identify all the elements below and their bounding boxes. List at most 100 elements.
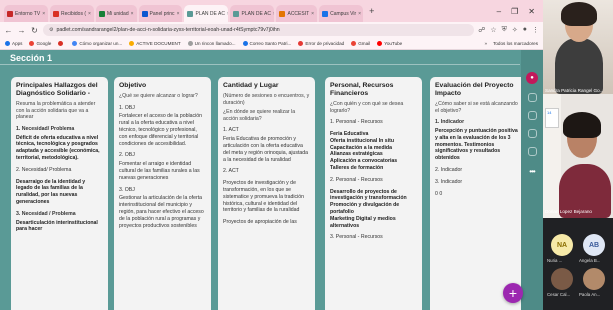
browser-tab[interactable]: Recibidos (× <box>50 5 94 22</box>
forward-icon[interactable]: → <box>17 26 26 35</box>
post-card[interactable]: Proyectos de investigación y de transfor… <box>223 180 310 214</box>
post-body: Percepción y puntuación positiva y alta … <box>435 127 518 162</box>
back-icon[interactable]: ← <box>4 26 13 35</box>
heart-icon[interactable] <box>527 93 537 102</box>
star-icon[interactable]: ☆ <box>490 26 496 34</box>
profile-icon[interactable]: ● <box>523 26 527 34</box>
participant-avatar[interactable]: AB <box>583 234 605 256</box>
minimize-icon[interactable]: – <box>497 7 501 16</box>
tab-favicon-icon <box>187 10 194 17</box>
bookmark-item[interactable] <box>58 41 65 46</box>
participant-tile-2[interactable]: 14 Dorian Lopez Bejarano <box>543 94 613 218</box>
tab-close-icon[interactable]: × <box>311 11 314 17</box>
post-card[interactable]: Proyectos de apropiación de las <box>223 219 310 226</box>
post-card[interactable]: 1. Necesidad/ Problema Déficit de oferta … <box>16 126 103 162</box>
person-hair <box>561 2 597 26</box>
padlet-column[interactable]: Objetivo ¿Qué se quiere alcanzar o lograr… <box>114 77 211 310</box>
post-card[interactable]: 0 0 <box>435 191 522 198</box>
person-figure <box>555 38 603 94</box>
browser-tab[interactable]: PLAN DE AC × <box>184 5 229 22</box>
post-card[interactable]: 1. Indicador Percepción y puntuación posi… <box>435 119 522 162</box>
add-post-button[interactable]: + <box>503 283 523 303</box>
browser-tab[interactable]: Mi unidad × <box>95 5 137 22</box>
address-bar-row: ← → ↻ ⚙ padlet.com/sandrarangel2/plan-de… <box>0 22 543 38</box>
settings-icon[interactable] <box>527 147 537 156</box>
tab-close-icon[interactable]: × <box>131 11 134 17</box>
post-card[interactable]: Desarraigo de la identidad y legado de l… <box>16 179 103 206</box>
participant-avatar[interactable]: NA <box>551 234 573 256</box>
browser-tab[interactable]: ACCESIT × <box>276 5 318 22</box>
post-card[interactable]: 3. OBJ Gestionar la articulación de la of… <box>119 187 206 230</box>
browser-tab[interactable]: PLAN DE AC × <box>230 5 275 22</box>
post-card[interactable]: 1. OBJ Fortalecer el acceso de la poblaci… <box>119 105 206 148</box>
post-body: Fortalecer el acceso de la población rur… <box>119 113 203 147</box>
share-icon[interactable]: ☍ <box>478 26 485 34</box>
padlet-column[interactable]: Personal, Recursos Financieros ¿Con quién… <box>325 77 422 310</box>
post-card[interactable]: 3. Personal - Recursos <box>330 234 417 241</box>
post-card[interactable]: 2. Necesidad/ Problema <box>16 167 103 174</box>
participant-tile-1[interactable]: Sandra Patricia Rangel Go... <box>543 0 613 94</box>
tab-close-icon[interactable]: × <box>88 11 91 17</box>
post-header: 2. OBJ <box>119 152 135 159</box>
post-header: 3. OBJ <box>119 186 135 193</box>
bookmarks-overflow-button[interactable]: » <box>485 41 488 46</box>
tab-close-icon[interactable]: × <box>177 11 180 17</box>
share-icon[interactable] <box>527 111 537 120</box>
post-card[interactable]: 2. ACT <box>223 168 310 175</box>
new-tab-button[interactable]: + <box>365 6 378 16</box>
bookmark-item[interactable]: Un rincon llamado... <box>187 41 236 46</box>
bookmark-item[interactable]: Error de privacidad <box>298 41 344 46</box>
bookmark-item[interactable]: YouTube <box>377 41 402 46</box>
all-bookmarks-button[interactable]: Todos los marcadores <box>493 41 538 46</box>
site-info-icon[interactable]: ⚙ <box>49 27 53 33</box>
reload-icon[interactable]: ↻ <box>30 26 39 35</box>
maximize-icon[interactable]: ❐ <box>511 7 518 16</box>
post-card[interactable]: 2. Personal - Recursos <box>330 177 417 184</box>
post-body: Gestionar la articulación de la oferta i… <box>119 195 204 229</box>
post-card[interactable]: 1. ACT Feria Educativa de promoción y art… <box>223 127 310 163</box>
participant-avatar[interactable] <box>583 268 605 290</box>
bookmark-item[interactable]: Google <box>29 41 51 46</box>
close-window-icon[interactable]: ✕ <box>528 7 535 16</box>
bookmark-favicon-icon <box>187 41 193 46</box>
url-field[interactable]: ⚙ padlet.com/sandrarangel2/plan-de-acci-… <box>43 24 475 36</box>
bookmark-favicon-icon <box>377 41 383 46</box>
bookmark-item[interactable]: Gmail <box>351 41 370 46</box>
profile-icon[interactable]: ● <box>526 72 538 84</box>
extensions-icon[interactable]: ✧ <box>512 26 518 34</box>
post-card[interactable]: Feria Educativa Oferta institucional In … <box>330 131 417 172</box>
browser-tab[interactable]: Panel princ × <box>138 5 183 22</box>
padlet-column[interactable]: Principales Hallazgos del Diagnóstico So… <box>11 77 108 310</box>
tab-close-icon[interactable]: × <box>273 11 275 17</box>
bookmark-item[interactable]: Apps <box>5 41 22 46</box>
bookmark-label: Correo Santo Patri... <box>249 41 292 46</box>
menu-icon[interactable]: ⋮ <box>532 26 539 34</box>
more-icon[interactable]: ••• <box>526 165 538 177</box>
post-card[interactable]: 2. OBJ Fomentar el arraigo e identidad cu… <box>119 152 206 181</box>
tab-label: Recibidos ( <box>61 10 87 17</box>
bookmark-item[interactable]: Correo Santo Patri... <box>242 41 292 46</box>
post-card[interactable]: 2. Indicador <box>435 167 522 174</box>
tab-label: Panel princ <box>149 10 175 17</box>
browser-tab[interactable]: Campus Vir × <box>319 5 364 22</box>
post-body: Desarraigo de la identidad y legado de l… <box>16 178 86 205</box>
participant-avatar[interactable] <box>551 268 573 290</box>
browser-tab[interactable]: Entorno TV × <box>4 5 48 22</box>
browser-tab-strip: Entorno TV × Recibidos (× Mi unidad × Panel p… <box>0 0 543 22</box>
padlet-column[interactable]: Cantidad y Lugar (Número de sesiones o en… <box>218 77 315 310</box>
bookmark-item[interactable]: Cómo organizar un... <box>72 41 122 46</box>
post-card[interactable]: 3. Necesidad / Problema Desarticulación i… <box>16 211 103 233</box>
post-card[interactable]: 1. Personal - Recursos <box>330 119 417 126</box>
padlet-column[interactable]: Evaluación del Proyecto Impacto ¿Cómo sab… <box>430 77 527 310</box>
column-title: Principales Hallazgos del Diagnóstico So… <box>16 82 98 97</box>
tab-close-icon[interactable]: × <box>358 11 361 17</box>
slideshow-icon[interactable] <box>527 129 537 138</box>
tab-close-icon[interactable]: × <box>227 11 229 17</box>
participant-name: Angela B... <box>579 258 601 263</box>
bookmark-label: Gmail <box>358 41 371 46</box>
post-card[interactable]: 3. Indicador <box>435 179 522 186</box>
bookmark-item[interactable]: ACTIVE DOCUMENT <box>129 41 181 46</box>
tab-close-icon[interactable]: × <box>42 11 45 17</box>
post-card[interactable]: Desarrollo de proyectos de investigación… <box>330 189 417 230</box>
shield-icon[interactable]: ⛨ <box>502 26 507 34</box>
